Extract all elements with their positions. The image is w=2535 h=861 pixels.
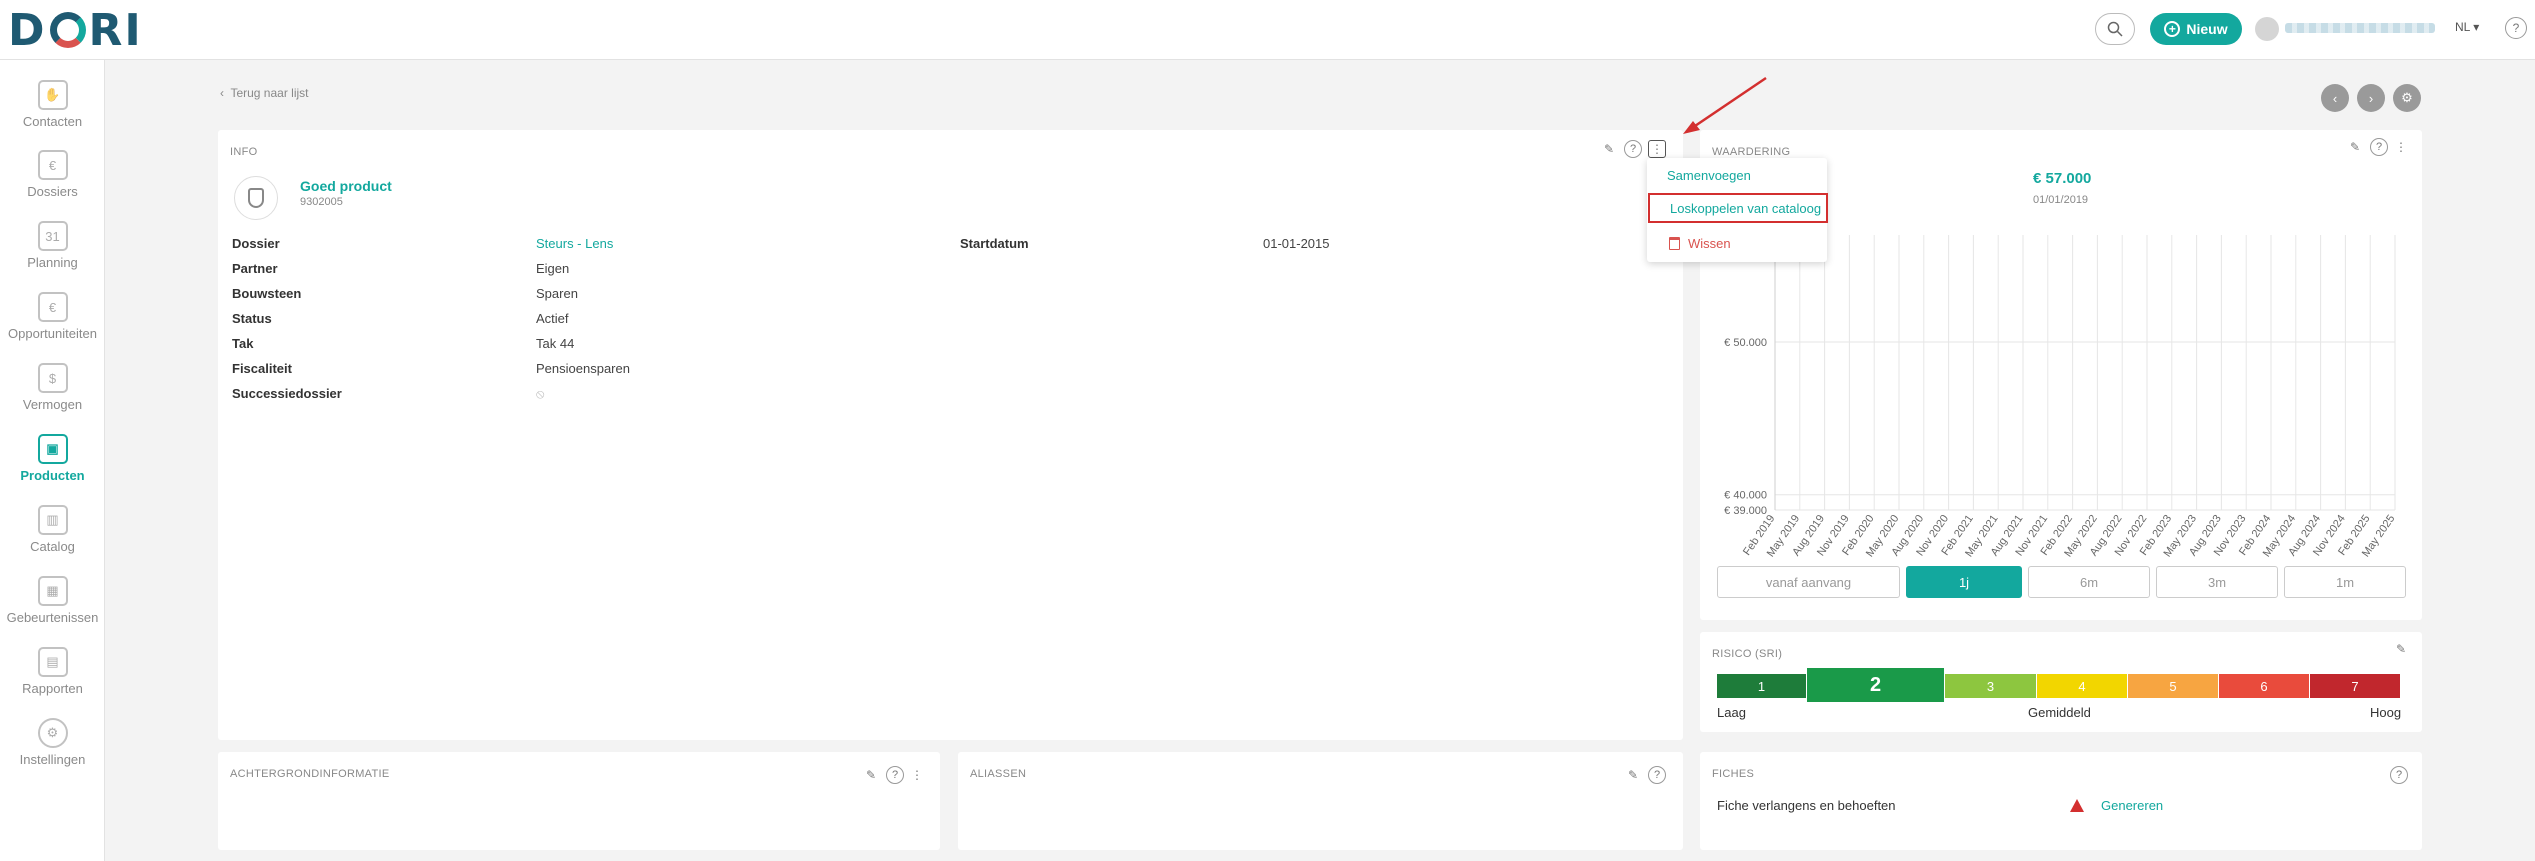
help-icon[interactable]: ?: [886, 766, 904, 784]
achtergrondinformatie-card: ACHTERGRONDINFORMATIE ✎ ? ⋮: [218, 752, 940, 850]
range-1m-button[interactable]: 1m: [2284, 566, 2406, 598]
help-icon[interactable]: ?: [2390, 766, 2408, 784]
fiche-row-label: Fiche verlangens en behoeften: [1717, 798, 1896, 813]
risk-level-2: 2: [1807, 668, 1944, 702]
y-tick-label: € 50.000: [1724, 337, 1767, 349]
aliassen-title: ALIASSEN: [970, 768, 1027, 780]
chart-grid: [1774, 235, 2396, 510]
menu-item-wissen[interactable]: Wissen: [1647, 228, 1827, 258]
x-axis-labels: Feb 2019May 2019Aug 2019Nov 2019Feb 2020…: [1741, 513, 2397, 559]
risk-level-5: 5: [2128, 674, 2218, 698]
edit-pencil-icon[interactable]: ✎: [862, 766, 880, 784]
range-6m-button[interactable]: 6m: [2028, 566, 2150, 598]
more-options-menu: Samenvoegen Loskoppelen van cataloog Wis…: [1647, 158, 1828, 262]
range-3m-button[interactable]: 3m: [2156, 566, 2278, 598]
chart-grid-horizontal: [1774, 235, 2395, 511]
genereren-link[interactable]: Genereren: [2101, 798, 2163, 813]
aliassen-card: ALIASSEN ✎ ?: [958, 752, 1683, 850]
fiches-card: FICHES ? Fiche verlangens en behoeften G…: [1700, 752, 2422, 850]
risk-high-label: Hoog: [2370, 705, 2402, 720]
help-icon[interactable]: ?: [1648, 766, 1666, 784]
y-tick-label: € 39.000: [1724, 505, 1767, 517]
y-tick-label: € 40.000: [1724, 490, 1767, 502]
risk-mid-label: Gemiddeld: [2028, 705, 2091, 720]
risk-level-4: 4: [2037, 674, 2127, 698]
edit-pencil-icon[interactable]: ✎: [2392, 640, 2410, 658]
edit-pencil-icon[interactable]: ✎: [1624, 766, 1642, 784]
range-1j-button[interactable]: 1j: [1906, 566, 2022, 598]
achtergrondinformatie-title: ACHTERGRONDINFORMATIE: [230, 768, 390, 780]
y-axis-labels: € 50.000 € 40.000 € 39.000: [1724, 337, 1767, 517]
menu-item-samenvoegen[interactable]: Samenvoegen: [1647, 160, 1827, 190]
risk-level-1: 1: [1717, 674, 1806, 698]
risico-title: RISICO (SRI): [1712, 648, 1783, 660]
more-options-icon[interactable]: ⋮: [908, 766, 926, 784]
range-vanaf-aanvang-button[interactable]: vanaf aanvang: [1717, 566, 1900, 598]
risk-low-label: Laag: [1717, 705, 1746, 720]
menu-item-loskoppelen-van-cataloog[interactable]: Loskoppelen van cataloog: [1648, 193, 1828, 223]
fiches-title: FICHES: [1712, 768, 1755, 780]
menu-item-wissen-label: Wissen: [1688, 235, 1731, 251]
warning-icon: [2070, 799, 2084, 812]
risk-level-3: 3: [1945, 674, 2036, 698]
trash-icon: [1669, 236, 1680, 250]
risk-level-6: 6: [2219, 674, 2309, 698]
risk-level-7: 7: [2310, 674, 2400, 698]
